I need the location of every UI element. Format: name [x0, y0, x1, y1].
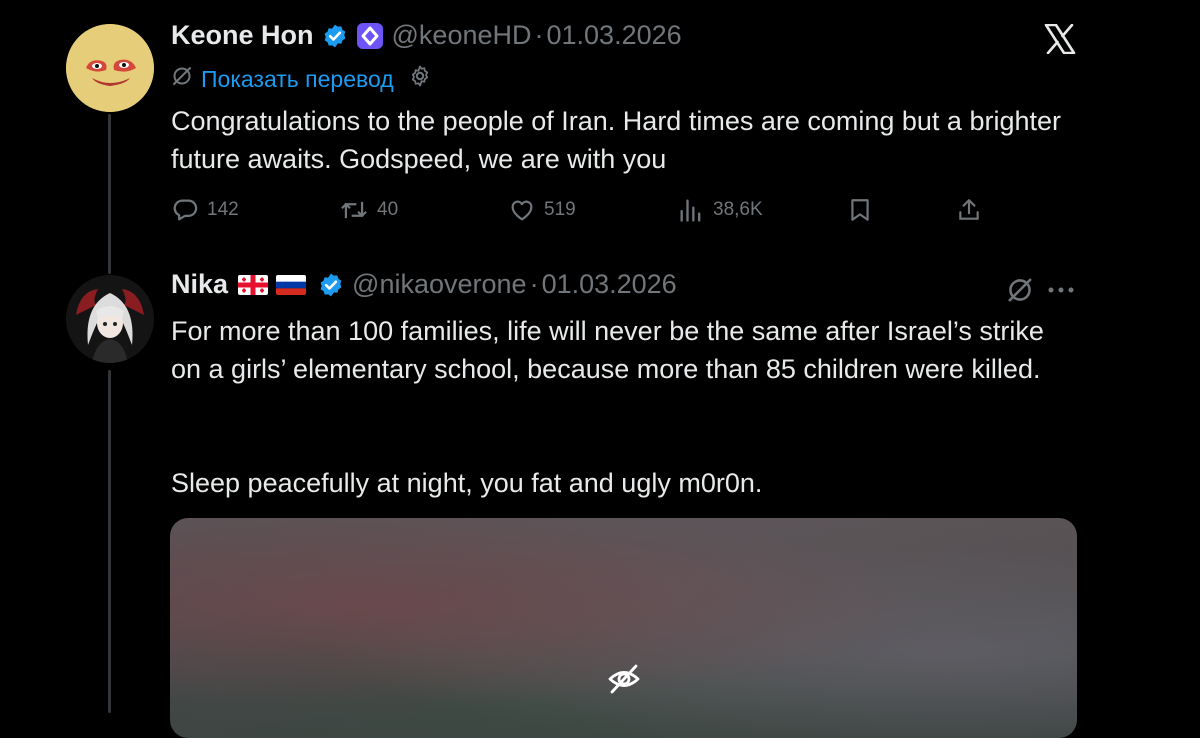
hidden-media[interactable]	[170, 518, 1077, 738]
pepe-avatar-icon	[66, 24, 154, 112]
tweet-header: Nika @nikaoverone · 01.03.2026	[171, 269, 677, 300]
georgia-flag-icon	[238, 274, 269, 295]
x-logo-icon[interactable]	[1044, 23, 1076, 59]
share-button[interactable]	[956, 193, 982, 227]
bookmark-icon	[851, 199, 869, 221]
like-button[interactable]: 519	[508, 193, 576, 227]
verified-icon	[322, 23, 348, 49]
translate-row: Показать перевод	[171, 64, 432, 94]
post-date[interactable]: 01.03.2026	[542, 269, 677, 300]
display-name[interactable]: Nika	[171, 269, 228, 300]
reply-count: 142	[207, 199, 239, 220]
repost-button[interactable]: 40	[339, 193, 398, 227]
verified-icon	[318, 272, 344, 298]
handle[interactable]: @keoneHD	[392, 20, 532, 51]
reply-icon	[173, 199, 198, 221]
separator: ·	[534, 20, 544, 50]
action-bar: 142 40 519 38,6K	[171, 193, 991, 227]
show-translation-link[interactable]: Показать перевод	[201, 66, 394, 93]
bookmark-button[interactable]	[847, 193, 873, 227]
reply-button[interactable]: 142	[171, 193, 239, 227]
views-count: 38,6K	[713, 199, 763, 220]
repost-count: 40	[377, 199, 399, 220]
views-button[interactable]: 38,6K	[677, 193, 763, 227]
views-icon	[680, 199, 701, 222]
tweet-text: For more than 100 families, life will ne…	[171, 316, 1044, 384]
thread-line	[108, 114, 111, 274]
anime-avatar-icon	[66, 275, 154, 363]
no-translate-icon[interactable]	[1006, 276, 1034, 309]
hidden-media-icon[interactable]	[607, 664, 641, 699]
avatar[interactable]	[66, 275, 154, 363]
tweet-header: Keone Hon @keoneHD · 01.03.2026	[171, 20, 682, 51]
like-count: 519	[544, 199, 576, 220]
thread-line	[108, 370, 111, 713]
translate-icon	[171, 65, 193, 93]
avatar[interactable]	[66, 24, 154, 112]
more-icon[interactable]	[1046, 278, 1076, 307]
gear-icon[interactable]	[408, 64, 432, 94]
separator: ·	[529, 269, 539, 299]
tweet-text: Sleep peacefully at night, you fat and u…	[171, 468, 763, 498]
tweet-text: Congratulations to the people of Iran. H…	[171, 106, 1061, 174]
display-name[interactable]: Keone Hon	[171, 20, 314, 51]
repost-icon	[341, 201, 367, 219]
post-date[interactable]: 01.03.2026	[547, 20, 682, 51]
like-icon	[511, 200, 533, 221]
affiliate-badge-icon[interactable]	[356, 22, 384, 50]
handle[interactable]: @nikaoverone	[352, 269, 527, 300]
share-icon	[959, 199, 979, 220]
russia-flag-icon	[276, 274, 307, 295]
